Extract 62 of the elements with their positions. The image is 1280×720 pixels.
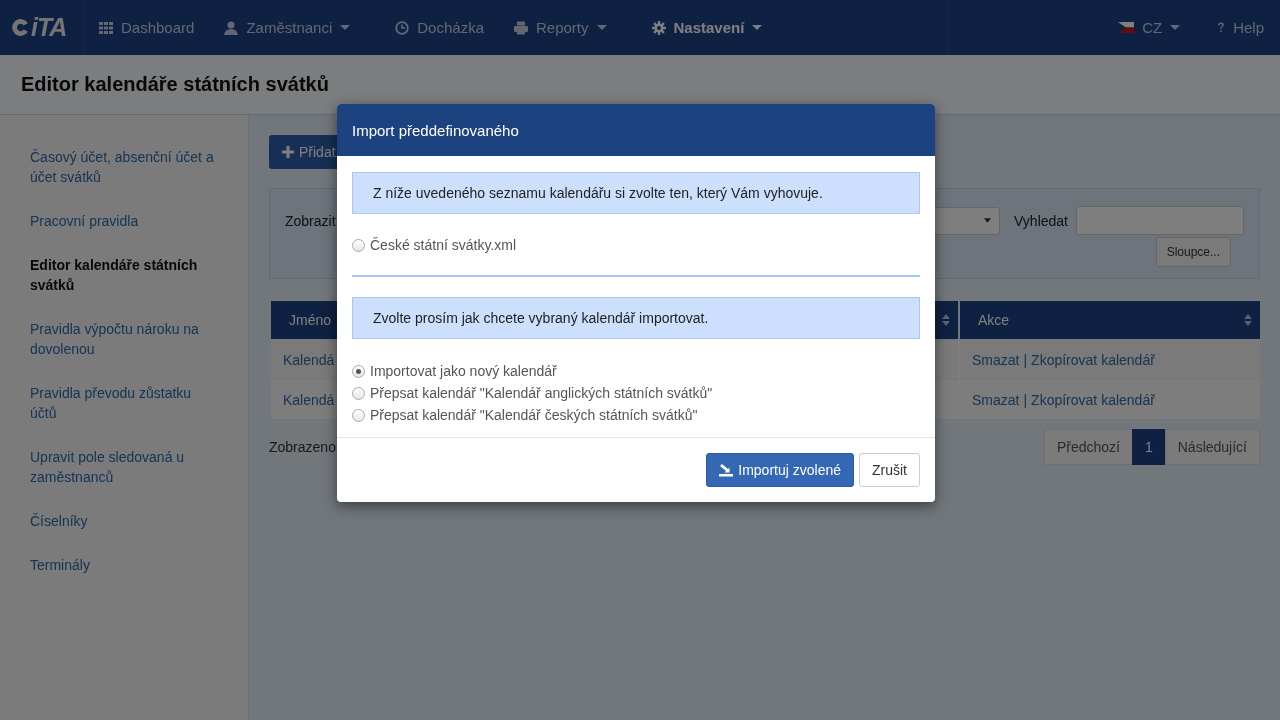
sidebar-item[interactable]: Editor kalendáře státních svátků xyxy=(30,255,218,295)
nav-item[interactable]: Zaměstnanci xyxy=(209,0,366,55)
calendar-link[interactable]: Kalendá xyxy=(283,351,335,368)
import-button[interactable]: Importuj zvolené xyxy=(706,453,854,487)
page-title: Editor kalendáře státních svátků xyxy=(21,73,329,96)
help-link[interactable]: Help xyxy=(1200,0,1280,55)
action-link[interactable]: Zkopírovat kalendář xyxy=(1031,351,1155,368)
clock-icon xyxy=(395,20,410,35)
nav-item[interactable]: Dashboard xyxy=(84,0,210,55)
caret-icon xyxy=(340,24,351,31)
radio-button[interactable] xyxy=(352,386,365,400)
show-label: Zobrazit xyxy=(285,212,336,229)
radio-label[interactable]: Přepsat kalendář "Kalendář anglických státních svátků" xyxy=(370,383,713,403)
cancel-button[interactable]: Zrušit xyxy=(859,453,920,487)
sidebar-item[interactable]: Pracovní pravidla xyxy=(30,211,218,231)
search-label: Vyhledat xyxy=(1014,212,1068,229)
settings-icon xyxy=(651,20,666,35)
page-button[interactable]: Předchozí xyxy=(1043,429,1133,465)
radio-label[interactable]: Importovat jako nový kalendář xyxy=(370,361,557,381)
plus-icon xyxy=(282,146,294,158)
grid-icon xyxy=(99,20,113,35)
person-icon xyxy=(224,20,239,35)
caret-icon xyxy=(596,24,607,31)
action-link[interactable]: Zkopírovat kalendář xyxy=(1031,391,1155,408)
search-field[interactable] xyxy=(1076,206,1244,235)
sidebar-item[interactable]: Upravit pole sledovaná u zaměstnanců xyxy=(30,447,218,487)
separator: | xyxy=(1023,391,1028,408)
radio-button[interactable] xyxy=(352,364,365,378)
calendar-link[interactable]: Kalendá xyxy=(283,391,335,408)
nav-item[interactable]: Nastavení xyxy=(621,0,778,55)
radio-label[interactable]: Přepsat kalendář "Kalendář českých státních svátků" xyxy=(370,405,698,425)
import-icon xyxy=(719,463,734,477)
sidebar-item[interactable]: Pravidla převodu zůstatku účtů xyxy=(30,383,218,423)
separator: | xyxy=(1023,351,1028,368)
caret-icon xyxy=(752,24,763,31)
sidebar-item[interactable]: Číselníky xyxy=(30,511,218,531)
question-icon xyxy=(1217,22,1226,33)
radio-button[interactable] xyxy=(352,238,365,252)
sort-icon xyxy=(1244,313,1252,327)
table-info: Zobrazeno xyxy=(269,439,336,455)
nav-item[interactable]: Docházka xyxy=(365,0,499,55)
page-button[interactable]: 1 xyxy=(1131,429,1166,465)
flag-icon xyxy=(1118,22,1135,33)
radio-button[interactable] xyxy=(352,408,365,422)
nav-item[interactable]: Reporty xyxy=(498,0,622,55)
info-message: Zvolte prosím jak chcete vybraný kalendář importovat. xyxy=(352,297,920,339)
action-link[interactable]: Smazat xyxy=(972,351,1020,368)
sidebar-item[interactable]: Časový účet, absenční účet a účet svátků xyxy=(30,147,218,187)
printer-icon xyxy=(513,20,528,35)
sidebar-item[interactable]: Terminály xyxy=(30,555,218,575)
sort-icon xyxy=(942,313,950,327)
language-menu[interactable]: CZ xyxy=(1098,0,1201,55)
caret-icon xyxy=(1170,24,1181,31)
columns-button[interactable]: Sloupce... xyxy=(1155,237,1231,267)
caret-icon xyxy=(984,218,992,223)
sidebar-item[interactable]: Pravidla výpočtu nároku na dovolenou xyxy=(30,319,218,359)
info-message: Z níže uvedeného seznamu kalendářu si zvolte ten, který Vám vyhovuje. xyxy=(352,172,920,214)
page-button[interactable]: Následující xyxy=(1164,429,1260,465)
action-link[interactable]: Smazat xyxy=(972,391,1020,408)
radio-label[interactable]: České státní svátky.xml xyxy=(370,235,516,255)
dialog-title: Import předdefinovaného xyxy=(352,121,519,139)
table-header[interactable]: Akce xyxy=(960,301,1260,339)
